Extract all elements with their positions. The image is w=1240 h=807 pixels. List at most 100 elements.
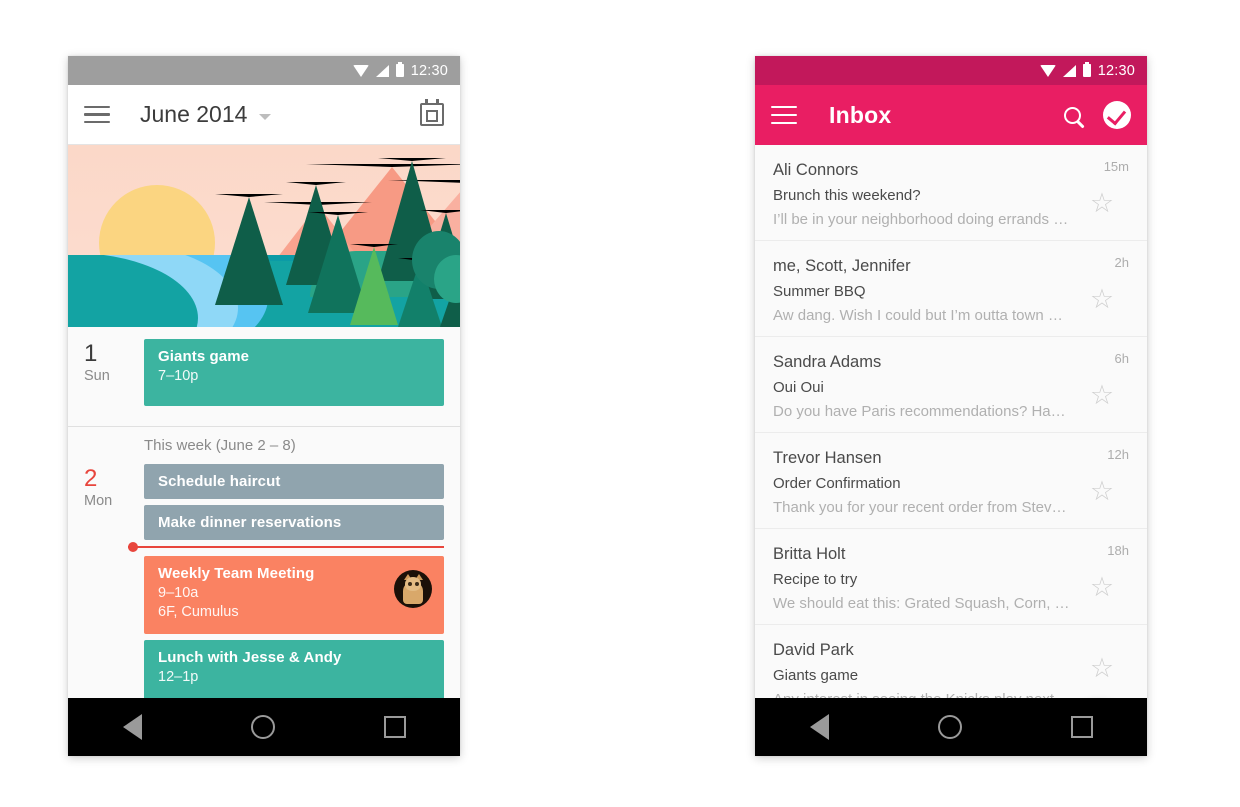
list-item[interactable]: Britta Holt Recipe to try We should eat … <box>755 529 1147 625</box>
chevron-down-icon[interactable] <box>259 113 272 120</box>
star-icon[interactable]: ☆ <box>1090 190 1114 217</box>
status-bar: 12:30 <box>68 56 460 85</box>
date-number: 1 <box>84 340 98 367</box>
email-content: Sandra Adams Oui Oui Do you have Paris r… <box>773 351 1073 420</box>
android-nav-bar <box>68 698 460 756</box>
email-time: 12h <box>1107 447 1129 462</box>
week-label: This week (June 2 – 8) <box>68 427 460 464</box>
email-subject: Oui Oui <box>773 379 824 396</box>
email-content: Trevor Hansen Order Confirmation Thank y… <box>773 447 1073 516</box>
event-title: Giants game <box>158 348 250 365</box>
calendar-today-icon[interactable] <box>420 99 444 126</box>
email-list[interactable]: Ali Connors Brunch this weekend? I’ll be… <box>755 145 1147 756</box>
email-subject: Summer BBQ <box>773 283 866 300</box>
calendar-event-list[interactable]: 1 Sun Giants game 7–10p This week (June … <box>68 327 460 756</box>
status-bar-time: 12:30 <box>1097 62 1135 79</box>
event-title: Weekly Team Meeting <box>158 565 315 582</box>
signal-icon <box>375 64 389 77</box>
illustration-tree <box>215 194 283 305</box>
event-card[interactable]: Make dinner reservations <box>144 505 444 540</box>
event-card[interactable]: Giants game 7–10p <box>144 339 444 406</box>
email-content: David Park Giants game Any interest in s… <box>773 639 1073 708</box>
event-subtitle: 7–10p <box>158 368 199 384</box>
event-title: Lunch with Jesse & Andy <box>158 649 342 666</box>
android-nav-bar <box>755 698 1147 756</box>
hamburger-icon[interactable] <box>84 105 110 124</box>
email-preview: Aw dang. Wish I could but I’m outta town… <box>773 307 1063 324</box>
home-icon[interactable] <box>250 715 275 739</box>
email-time: 15m <box>1103 159 1129 174</box>
email-sender: Trevor Hansen <box>773 449 882 467</box>
email-subject: Recipe to try <box>773 571 858 588</box>
email-subject: Giants game <box>773 667 859 684</box>
list-item[interactable]: Sandra Adams Oui Oui Do you have Paris r… <box>755 337 1147 433</box>
email-preview: I’ll be in your neighborhood doing erran… <box>773 211 1069 228</box>
event-subtitle: 9–10a <box>158 585 199 601</box>
email-preview: Thank you for your recent order from Ste… <box>773 499 1067 516</box>
email-sender: me, Scott, Jennifer <box>773 257 911 275</box>
email-time: 2h <box>1114 255 1129 270</box>
day-block: 2 Mon Schedule haircut Make dinner reser… <box>68 464 460 723</box>
battery-icon <box>395 62 404 77</box>
day-block: 1 Sun Giants game 7–10p <box>68 327 460 427</box>
email-sender: Sandra Adams <box>773 353 882 371</box>
status-bar: 12:30 <box>755 56 1147 85</box>
date-weekday: Mon <box>84 493 113 509</box>
event-card[interactable]: Schedule haircut <box>144 464 444 499</box>
date-number: 2 <box>84 465 98 492</box>
list-item[interactable]: Trevor Hansen Order Confirmation Thank y… <box>755 433 1147 529</box>
inbox-phone-frame: 12:30 Inbox Ali Connors Brunch this week… <box>755 56 1147 756</box>
email-time: 18h <box>1107 543 1129 558</box>
illustration-tree <box>350 244 398 325</box>
signal-icon <box>1062 64 1076 77</box>
email-meta: ☆ <box>1073 639 1131 706</box>
status-bar-time: 12:30 <box>410 62 448 79</box>
battery-icon <box>1082 62 1091 77</box>
back-icon[interactable] <box>809 714 829 740</box>
avatar[interactable] <box>394 570 432 608</box>
star-icon[interactable]: ☆ <box>1090 574 1114 601</box>
list-item[interactable]: Ali Connors Brunch this weekend? I’ll be… <box>755 145 1147 241</box>
page-title: Inbox <box>829 101 892 128</box>
check-circle-icon[interactable] <box>1103 101 1131 129</box>
event-subtitle: 12–1p <box>158 669 199 685</box>
hamburger-icon[interactable] <box>771 106 797 124</box>
calendar-phone-frame: 12:30 June 2014 1 Sun Giants game 7–10p … <box>68 56 460 756</box>
home-icon[interactable] <box>937 715 962 739</box>
email-sender: Ali Connors <box>773 161 859 179</box>
event-card[interactable]: Lunch with Jesse & Andy 12–1p <box>144 640 444 703</box>
email-meta: 6h ☆ <box>1073 351 1131 418</box>
email-preview: We should eat this: Grated Squash, Corn,… <box>773 595 1070 612</box>
date-column: 2 Mon <box>84 464 144 709</box>
list-item[interactable]: me, Scott, Jennifer Summer BBQ Aw dang. … <box>755 241 1147 337</box>
email-meta: 15m ☆ <box>1073 159 1131 226</box>
star-icon[interactable]: ☆ <box>1090 286 1114 313</box>
event-card[interactable]: Weekly Team Meeting 9–10a 6F, Cumulus <box>144 556 444 634</box>
date-weekday: Sun <box>84 368 110 384</box>
wifi-icon <box>352 64 369 77</box>
recents-icon[interactable] <box>1070 716 1093 738</box>
email-meta: 18h ☆ <box>1073 543 1131 610</box>
events-column: Schedule haircut Make dinner reservation… <box>128 464 444 709</box>
email-content: me, Scott, Jennifer Summer BBQ Aw dang. … <box>773 255 1073 324</box>
event-title: Schedule haircut <box>158 473 281 490</box>
page-title: June 2014 <box>140 101 248 127</box>
star-icon[interactable]: ☆ <box>1090 655 1114 682</box>
email-sender: David Park <box>773 641 854 659</box>
email-meta: 2h ☆ <box>1073 255 1131 322</box>
email-subject: Order Confirmation <box>773 475 901 492</box>
landscape-illustration <box>68 145 460 327</box>
star-icon[interactable]: ☆ <box>1090 478 1114 505</box>
date-column: 1 Sun <box>84 339 144 412</box>
event-location: 6F, Cumulus <box>158 604 239 620</box>
email-content: Ali Connors Brunch this weekend? I’ll be… <box>773 159 1073 228</box>
email-preview: Do you have Paris recommendations? Hav… <box>773 403 1073 420</box>
recents-icon[interactable] <box>383 716 406 738</box>
star-icon[interactable]: ☆ <box>1090 382 1114 409</box>
back-icon[interactable] <box>122 714 142 740</box>
email-subject: Brunch this weekend? <box>773 187 921 204</box>
search-icon[interactable] <box>1064 106 1081 124</box>
screenshot-canvas: 12:30 June 2014 1 Sun Giants game 7–10p … <box>0 0 1240 807</box>
email-time: 6h <box>1114 351 1129 366</box>
email-content: Britta Holt Recipe to try We should eat … <box>773 543 1073 612</box>
